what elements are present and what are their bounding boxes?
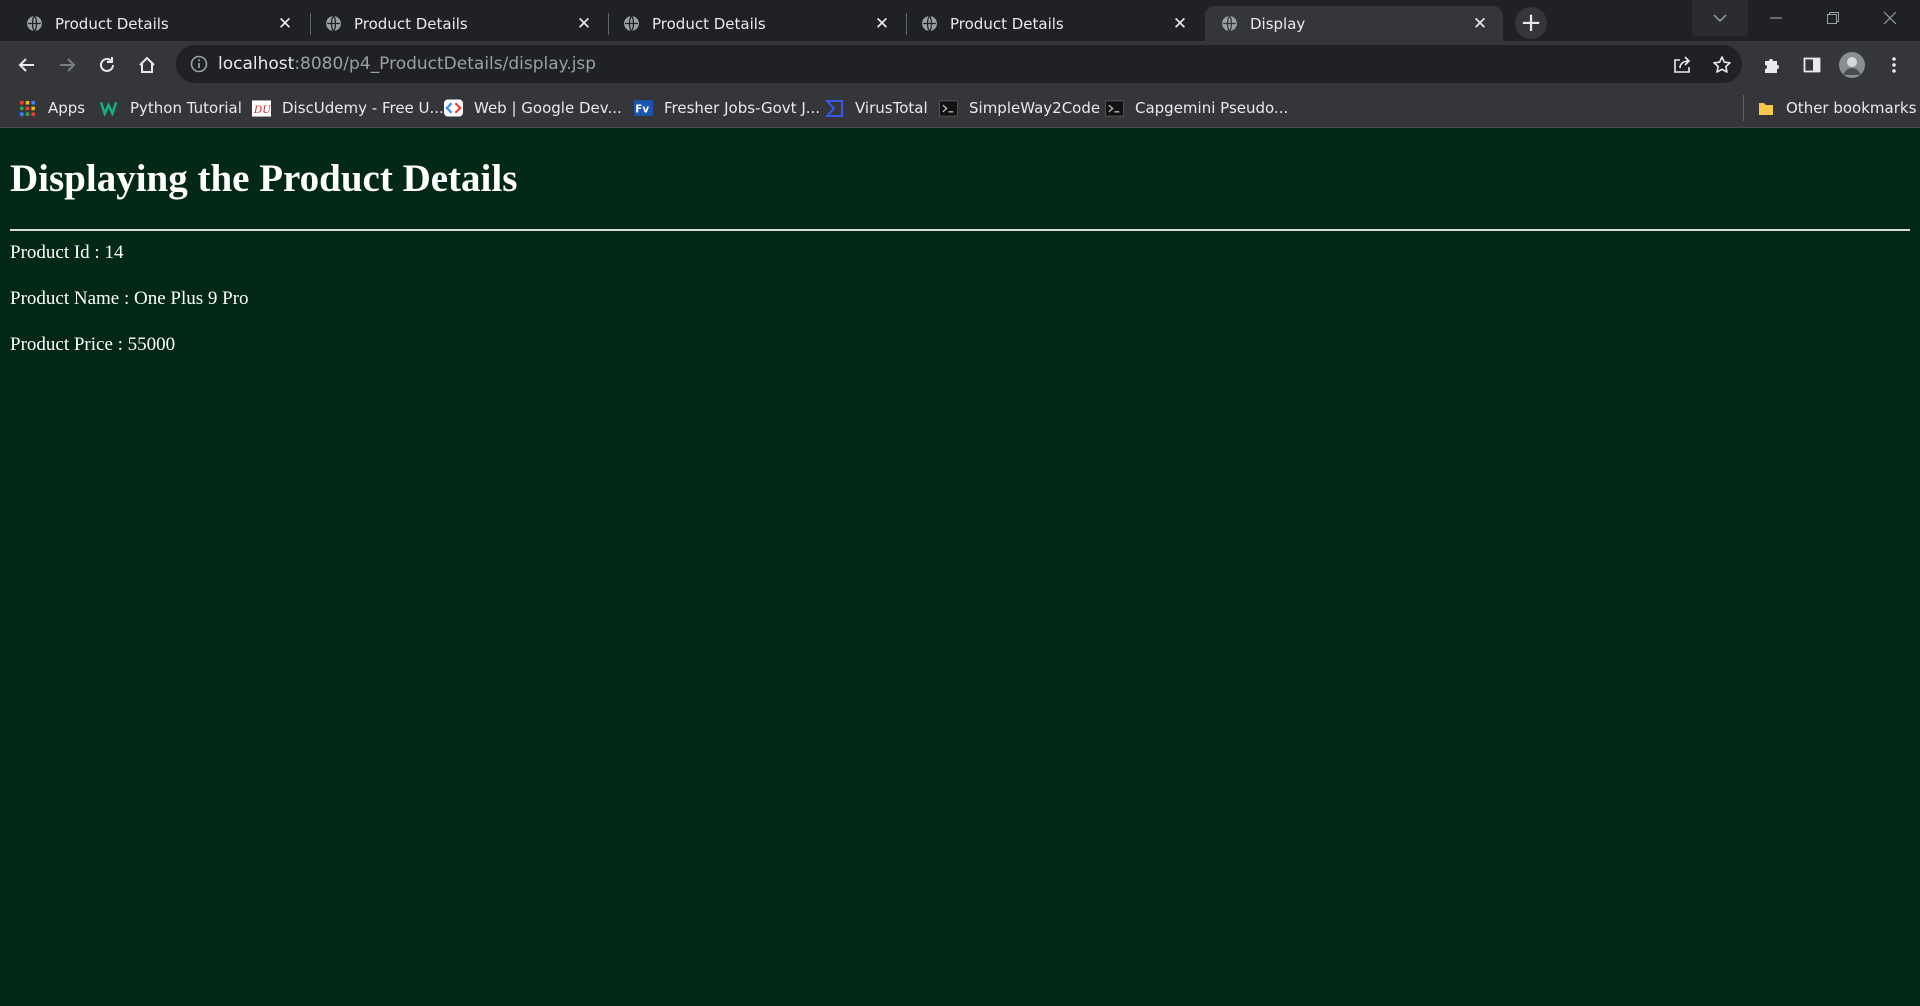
terminal-icon — [1105, 99, 1124, 118]
close-icon[interactable]: ✕ — [1471, 14, 1489, 34]
product-id-line: Product Id : 14 — [10, 242, 124, 263]
chevron-down-icon — [1713, 14, 1727, 23]
bookmark-label: Web | Google Dev... — [474, 99, 622, 117]
bookmark-label: Python Tutorial — [130, 99, 242, 117]
close-icon[interactable]: ✕ — [1171, 14, 1189, 34]
bookmark-virustotal[interactable]: VirusTotal — [825, 97, 928, 119]
tab-display[interactable]: Display ✕ — [1205, 6, 1503, 41]
apps-grid-icon — [18, 99, 37, 118]
discudemy-icon: DU — [252, 99, 271, 118]
tab-product-details-2[interactable]: Product Details ✕ — [309, 6, 607, 41]
side-panel-button[interactable] — [1796, 49, 1828, 81]
bookmarks-bar: Apps Python Tutorial DU DiscUdemy - Free… — [0, 88, 1920, 128]
plus-icon: + — [1520, 8, 1542, 38]
reload-icon — [100, 57, 114, 72]
bookmark-simpleway2code[interactable]: SimpleWay2Code — [939, 97, 1100, 119]
arrow-right-icon — [60, 58, 76, 72]
bookmark-google-developers[interactable]: Web | Google Dev... — [444, 97, 622, 119]
star-icon — [1713, 56, 1731, 73]
bookmark-label: Capgemini Pseudo... — [1135, 99, 1289, 117]
url-path: :8080/p4_ProductDetails/display.jsp — [294, 54, 597, 74]
page-title: Displaying the Product Details — [10, 157, 518, 200]
fv-logo-icon: Fv — [634, 99, 653, 118]
svg-text:Fv: Fv — [635, 103, 649, 115]
url-text[interactable]: localhost:8080/p4_ProductDetails/display… — [218, 54, 596, 74]
tab-title: Product Details — [55, 14, 169, 33]
extensions-button[interactable] — [1756, 49, 1788, 81]
bookmark-label: VirusTotal — [855, 99, 928, 117]
tab-product-details-3[interactable]: Product Details ✕ — [607, 6, 905, 41]
globe-icon — [326, 15, 341, 32]
restore-button[interactable] — [1805, 0, 1861, 36]
minimize-button[interactable] — [1748, 0, 1804, 36]
tab-title: Product Details — [354, 14, 468, 33]
menu-button[interactable] — [1878, 49, 1910, 81]
virustotal-icon — [825, 99, 844, 118]
close-icon — [1883, 11, 1897, 25]
tab-product-details-4[interactable]: Product Details ✕ — [905, 6, 1203, 41]
tab-product-details-1[interactable]: Product Details ✕ — [10, 6, 308, 41]
home-icon — [139, 56, 155, 73]
google-developers-icon — [444, 99, 463, 118]
globe-icon — [624, 15, 639, 32]
product-price-line: Product Price : 55000 — [10, 334, 176, 355]
bookmark-capgemini-pseudo[interactable]: Capgemini Pseudo... — [1105, 97, 1288, 119]
home-button[interactable] — [131, 49, 163, 81]
bookmark-label: Fresher Jobs-Govt J... — [664, 99, 821, 117]
bookmark-label: Apps — [48, 99, 86, 117]
url-host: localhost — [218, 54, 295, 74]
info-icon[interactable] — [189, 54, 209, 74]
page-content: Displaying the Product Details Product I… — [0, 129, 1920, 1006]
bookmark-label: Other bookmarks — [1786, 99, 1917, 117]
bookmark-other-bookmarks[interactable]: Other bookmarks — [1756, 97, 1916, 119]
forward-button[interactable] — [51, 49, 83, 81]
kebab-menu-icon — [1892, 57, 1896, 73]
bookmark-apps[interactable]: Apps — [18, 97, 85, 119]
close-icon[interactable]: ✕ — [873, 14, 891, 34]
arrow-left-icon — [18, 58, 34, 72]
product-name-line: Product Name : One Plus 9 Pro — [10, 288, 249, 309]
puzzle-icon — [1765, 59, 1779, 73]
close-window-button[interactable] — [1862, 0, 1918, 36]
profile-button[interactable] — [1836, 49, 1868, 81]
tab-strip: Product Details ✕ Product Details ✕ Prod… — [0, 0, 1920, 41]
bookmark-fresher-jobs[interactable]: Fv Fresher Jobs-Govt J... — [634, 97, 820, 119]
address-bar[interactable]: localhost:8080/p4_ProductDetails/display… — [176, 45, 1742, 83]
terminal-icon — [939, 99, 958, 118]
bookmarks-divider — [1743, 95, 1744, 121]
close-icon[interactable]: ✕ — [575, 14, 593, 34]
svg-text:DU: DU — [253, 103, 271, 115]
avatar — [1839, 52, 1865, 78]
globe-icon — [1222, 15, 1237, 32]
browser-toolbar: localhost:8080/p4_ProductDetails/display… — [0, 41, 1920, 88]
tab-title: Product Details — [950, 14, 1064, 33]
folder-icon — [1756, 99, 1775, 118]
share-icon — [1674, 56, 1691, 73]
globe-icon — [27, 15, 42, 32]
close-icon[interactable]: ✕ — [276, 14, 294, 34]
bookmark-label: DiscUdemy - Free U... — [282, 99, 444, 117]
reload-button[interactable] — [91, 49, 123, 81]
minimize-icon — [1770, 17, 1782, 19]
share-button[interactable] — [1666, 49, 1698, 81]
tab-title: Display — [1250, 14, 1306, 33]
bookmark-label: SimpleWay2Code — [969, 99, 1101, 117]
new-tab-button[interactable]: + — [1515, 7, 1547, 39]
globe-icon — [922, 15, 937, 32]
back-button[interactable] — [11, 49, 43, 81]
tab-search-button[interactable] — [1692, 0, 1748, 36]
side-panel-icon — [1803, 57, 1821, 73]
restore-icon — [1827, 12, 1839, 24]
bookmark-python-tutorial[interactable]: Python Tutorial — [100, 97, 242, 119]
tab-title: Product Details — [652, 14, 766, 33]
divider — [10, 229, 1910, 231]
w-logo-icon — [100, 99, 119, 118]
bookmark-star-button[interactable] — [1706, 49, 1738, 81]
bookmark-discudemy[interactable]: DU DiscUdemy - Free U... — [252, 97, 444, 119]
